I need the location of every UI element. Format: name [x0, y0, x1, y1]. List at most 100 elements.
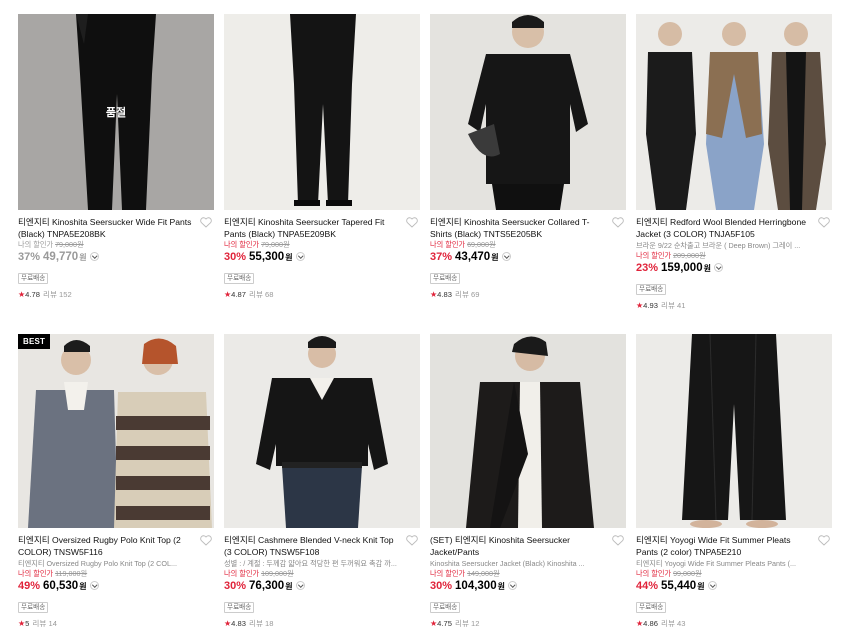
product-card[interactable]: 티엔지티 Yoyogi Wide Fit Summer Pleats Pants…	[636, 334, 832, 629]
original-price: 69,000원	[467, 240, 496, 249]
product-title[interactable]: (SET) 티엔지티 Kinoshita Seersucker Jacket/P…	[430, 534, 606, 558]
heart-outline-icon[interactable]	[200, 217, 212, 228]
product-option-summary: 티엔지티 Yoyogi Wide Fit Summer Pleats Pants…	[636, 559, 797, 568]
original-price: 79,000원	[55, 240, 84, 249]
sale-price: 60,530	[43, 580, 79, 592]
product-image[interactable]: BEST	[18, 334, 214, 528]
product-card[interactable]: BEST 티엔지티 Oversized Rugby Polo Knit Top …	[18, 334, 214, 629]
my-price-label: 나의 할인가	[430, 240, 466, 249]
my-price-label: 나의 할인가	[224, 569, 260, 578]
my-price-label: 나의 할인가	[18, 569, 54, 578]
heart-outline-icon[interactable]	[406, 217, 418, 228]
free-shipping-badge: 무료배송	[636, 602, 667, 613]
product-card[interactable]: 티엔지티 Kinoshita Seersucker Collared T-Shi…	[430, 14, 626, 300]
chevron-down-icon[interactable]	[713, 263, 723, 272]
my-discount-line: 나의 할인가 149,000원	[430, 569, 626, 579]
heart-outline-icon[interactable]	[200, 535, 212, 546]
sale-price: 55,440	[661, 580, 697, 592]
review-count[interactable]: 리뷰 69	[455, 290, 480, 299]
my-discount-line: 나의 할인가 119,000원	[18, 569, 214, 579]
sold-out-overlay: 품절	[18, 14, 214, 210]
rating-value: 4.86	[643, 619, 658, 628]
discount-percent: 37%	[430, 251, 453, 263]
price-line: 37% 49,770 원	[18, 251, 214, 267]
chevron-down-icon[interactable]	[295, 581, 305, 590]
best-badge: BEST	[18, 334, 51, 349]
product-card[interactable]: 티엔지티 Redford Wool Blended Herringbone Ja…	[636, 14, 832, 311]
discount-percent: 30%	[224, 580, 247, 592]
product-card[interactable]: 티엔지티 Cashmere Blended V-neck Knit Top (3…	[224, 334, 420, 629]
review-count[interactable]: 리뷰 68	[249, 290, 274, 299]
heart-outline-icon[interactable]	[818, 535, 830, 546]
review-count[interactable]: 리뷰 12	[455, 619, 480, 628]
review-count[interactable]: 리뷰 43	[661, 619, 686, 628]
heart-outline-icon[interactable]	[818, 217, 830, 228]
product-title[interactable]: 티엔지티 Kinoshita Seersucker Collared T-Shi…	[430, 216, 606, 240]
my-discount-line: 나의 할인가 109,000원	[224, 569, 420, 579]
product-image[interactable]	[430, 14, 626, 210]
product-image[interactable]	[636, 14, 832, 210]
free-shipping-badge: 무료배송	[430, 602, 461, 613]
rating-value: 4.87	[231, 290, 246, 299]
rating-line: ★4.87 리뷰 68	[224, 289, 420, 300]
review-count[interactable]: 리뷰 14	[32, 619, 57, 628]
rating-line: ★4.93 리뷰 41	[636, 300, 832, 311]
rating-value: 4.93	[643, 301, 658, 310]
product-title[interactable]: 티엔지티 Kinoshita Seersucker Tapered Fit Pa…	[224, 216, 400, 240]
rating-value: 5	[25, 619, 30, 628]
sale-price: 76,300	[249, 580, 285, 592]
original-price: 149,000원	[467, 569, 500, 578]
sale-price: 49,770	[43, 251, 79, 263]
review-count[interactable]: 리뷰 41	[661, 301, 686, 310]
my-price-label: 나의 할인가	[18, 240, 54, 249]
heart-outline-icon[interactable]	[612, 217, 624, 228]
chevron-down-icon[interactable]	[501, 252, 511, 261]
price-line: 30% 104,300 원	[430, 580, 626, 596]
rating-line: ★4.86 리뷰 43	[636, 618, 832, 629]
chevron-down-icon[interactable]	[89, 252, 99, 261]
product-title[interactable]: 티엔지티 Oversized Rugby Polo Knit Top (2 CO…	[18, 534, 194, 558]
price-line: 49% 60,530 원	[18, 580, 214, 596]
product-option-summary: Kinoshita Seersucker Jacket (Black) Kino…	[430, 559, 585, 568]
product-image[interactable]	[224, 334, 420, 528]
rating-line: ★5 리뷰 14	[18, 618, 214, 629]
heart-outline-icon[interactable]	[612, 535, 624, 546]
my-price-label: 나의 할인가	[636, 569, 672, 578]
review-count[interactable]: 리뷰 152	[43, 290, 72, 299]
product-title[interactable]: 티엔지티 Redford Wool Blended Herringbone Ja…	[636, 216, 812, 240]
currency: 원	[491, 253, 499, 262]
price-line: 30% 76,300 원	[224, 580, 420, 596]
currency: 원	[697, 582, 705, 591]
heart-outline-icon[interactable]	[406, 535, 418, 546]
sale-price: 104,300	[455, 580, 497, 592]
product-title[interactable]: 티엔지티 Kinoshita Seersucker Wide Fit Pants…	[18, 216, 194, 240]
product-image[interactable]	[430, 334, 626, 528]
product-card[interactable]: 티엔지티 Kinoshita Seersucker Tapered Fit Pa…	[224, 14, 420, 300]
original-price: 209,000원	[673, 251, 706, 260]
review-count[interactable]: 리뷰 18	[249, 619, 274, 628]
product-card[interactable]: 품절 티엔지티 Kinoshita Seersucker Wide Fit Pa…	[18, 14, 214, 300]
product-title[interactable]: 티엔지티 Yoyogi Wide Fit Summer Pleats Pants…	[636, 534, 812, 558]
price-line: 23% 159,000 원	[636, 262, 832, 278]
product-card[interactable]: (SET) 티엔지티 Kinoshita Seersucker Jacket/P…	[430, 334, 626, 629]
discount-percent: 49%	[18, 580, 41, 592]
chevron-down-icon[interactable]	[89, 581, 99, 590]
sale-price: 43,470	[455, 251, 491, 263]
product-image[interactable]	[224, 14, 420, 210]
sale-price: 159,000	[661, 262, 703, 274]
rating-value: 4.75	[437, 619, 452, 628]
price-line: 37% 43,470 원	[430, 251, 626, 267]
currency: 원	[703, 264, 711, 273]
product-grid: 품절 티엔지티 Kinoshita Seersucker Wide Fit Pa…	[0, 0, 850, 639]
rating-line: ★4.83 리뷰 18	[224, 618, 420, 629]
product-image[interactable]	[636, 334, 832, 528]
chevron-down-icon[interactable]	[707, 581, 717, 590]
product-image[interactable]: 품절	[18, 14, 214, 210]
original-price: 119,000원	[55, 569, 88, 578]
original-price: 109,000원	[261, 569, 294, 578]
currency: 원	[285, 253, 293, 262]
chevron-down-icon[interactable]	[295, 252, 305, 261]
chevron-down-icon[interactable]	[507, 581, 517, 590]
discount-percent: 30%	[224, 251, 247, 263]
product-title[interactable]: 티엔지티 Cashmere Blended V-neck Knit Top (3…	[224, 534, 400, 558]
